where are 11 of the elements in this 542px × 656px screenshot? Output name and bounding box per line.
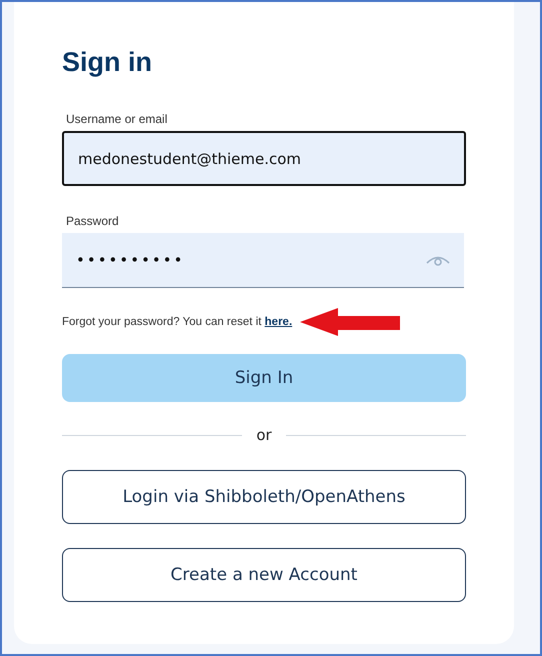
page-title: Sign in bbox=[62, 47, 153, 78]
outline-button[interactable]: Login via Shibboleth/OpenAthens bbox=[62, 470, 466, 524]
forgot-password-text: Forgot your password? You can reset it here. bbox=[62, 316, 292, 328]
password-field[interactable]: •••••••••• bbox=[62, 233, 464, 288]
username-field[interactable]: medonestudent@thieme.com bbox=[62, 131, 466, 186]
field-label: Password bbox=[66, 214, 119, 228]
divider-text: or bbox=[256, 426, 272, 444]
reset-link[interactable]: here. bbox=[264, 316, 292, 328]
outline-button[interactable]: Create a new Account bbox=[62, 548, 466, 602]
sign-in-button[interactable]: Sign In bbox=[62, 354, 466, 402]
field-label: Username or email bbox=[66, 112, 168, 126]
